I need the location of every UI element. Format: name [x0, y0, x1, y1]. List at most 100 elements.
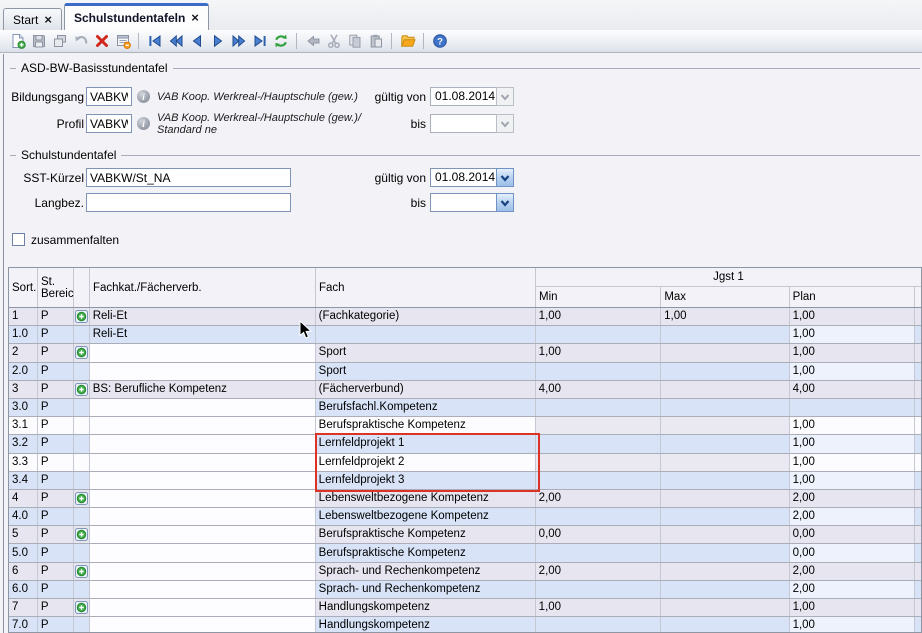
- cell-min[interactable]: 0,00: [536, 526, 661, 543]
- add-row-button[interactable]: [74, 308, 90, 325]
- cell-add-empty[interactable]: [74, 508, 90, 525]
- info-icon[interactable]: i: [137, 117, 150, 130]
- refresh-icon[interactable]: [271, 32, 290, 51]
- new-document-icon[interactable]: [8, 32, 27, 51]
- cell-min[interactable]: 2,00: [536, 563, 661, 580]
- cell-st-bereich[interactable]: P: [38, 308, 74, 325]
- cell-max[interactable]: [661, 326, 789, 343]
- cell-sort[interactable]: 3.1: [9, 417, 38, 434]
- table-row[interactable]: 7PHandlungskompetenz1,001,00: [9, 599, 921, 617]
- cell-max[interactable]: [661, 472, 789, 489]
- cell-sort[interactable]: 4.0: [9, 508, 38, 525]
- cell-fachkat[interactable]: Reli-Et: [90, 308, 316, 325]
- cell-fach[interactable]: Berufspraktische Kompetenz: [316, 526, 536, 543]
- cell-sort[interactable]: 7.0: [9, 617, 38, 633]
- table-row[interactable]: 1.0PReli-Et1,00: [9, 326, 921, 344]
- cell-fach[interactable]: Berufsfachl.Kompetenz: [316, 399, 536, 416]
- cell-fachkat[interactable]: [90, 508, 316, 525]
- cell-st-bereich[interactable]: P: [38, 526, 74, 543]
- cell-fach[interactable]: Lernfeldprojekt 2: [316, 454, 536, 471]
- cell-max[interactable]: [661, 563, 789, 580]
- cell-fach[interactable]: (Fächerverbund): [316, 381, 536, 398]
- cell-st-bereich[interactable]: P: [38, 381, 74, 398]
- cell-plan[interactable]: 1,00: [790, 454, 915, 471]
- cell-st-bereich[interactable]: P: [38, 490, 74, 507]
- chevron-down-icon[interactable]: [496, 114, 514, 133]
- bildungsgang-input[interactable]: [86, 87, 132, 106]
- cell-fachkat[interactable]: [90, 344, 316, 361]
- cell-st-bereich[interactable]: P: [38, 544, 74, 561]
- table-row[interactable]: 3.3PLernfeldprojekt 21,00: [9, 454, 921, 472]
- cell-st-bereich[interactable]: P: [38, 599, 74, 616]
- cell-st-bereich[interactable]: P: [38, 563, 74, 580]
- table-row[interactable]: 6PSprach- und Rechenkompetenz2,002,00: [9, 563, 921, 581]
- table-row[interactable]: 7.0PHandlungskompetenz1,00: [9, 617, 921, 633]
- cell-max[interactable]: [661, 508, 789, 525]
- cell-fachkat[interactable]: [90, 617, 316, 633]
- collapse-checkbox[interactable]: [12, 233, 25, 246]
- cell-fachkat[interactable]: [90, 526, 316, 543]
- add-row-button[interactable]: [74, 381, 90, 398]
- cell-min[interactable]: 4,00: [536, 381, 661, 398]
- cell-sort[interactable]: 5.0: [9, 544, 38, 561]
- cell-min[interactable]: [536, 544, 661, 561]
- cell-sort[interactable]: 5: [9, 526, 38, 543]
- header-st-bereich[interactable]: St.Bereich: [38, 268, 74, 307]
- cell-plan[interactable]: 1,00: [790, 363, 915, 380]
- cell-max[interactable]: [661, 599, 789, 616]
- cell-st-bereich[interactable]: P: [38, 617, 74, 633]
- table-row[interactable]: 3.2PLernfeldprojekt 11,00: [9, 435, 921, 453]
- info-icon[interactable]: i: [137, 90, 150, 103]
- header-plan[interactable]: Plan: [790, 287, 915, 307]
- cell-add-empty[interactable]: [74, 454, 90, 471]
- cell-plan[interactable]: 1,00: [790, 599, 915, 616]
- cell-plan[interactable]: 0,00: [790, 544, 915, 561]
- cell-min[interactable]: [536, 417, 661, 434]
- cell-add-empty[interactable]: [74, 544, 90, 561]
- add-row-button[interactable]: [74, 490, 90, 507]
- cell-st-bereich[interactable]: P: [38, 363, 74, 380]
- header-fachkat[interactable]: Fachkat./Fächerverb.: [90, 268, 316, 307]
- cell-min[interactable]: [536, 454, 661, 471]
- header-add-column[interactable]: [74, 268, 90, 307]
- cell-fach[interactable]: Lebensweltbezogene Kompetenz: [316, 490, 536, 507]
- cell-plan[interactable]: 2,00: [790, 508, 915, 525]
- paste-icon[interactable]: [366, 32, 385, 51]
- cell-min[interactable]: [536, 581, 661, 598]
- cell-sort[interactable]: 6: [9, 563, 38, 580]
- cell-fachkat[interactable]: [90, 472, 316, 489]
- cell-max[interactable]: [661, 363, 789, 380]
- header-min[interactable]: Min: [536, 287, 661, 307]
- sst-kuerzel-input[interactable]: [86, 168, 291, 187]
- help-icon[interactable]: ?: [430, 32, 449, 51]
- cell-max[interactable]: [661, 490, 789, 507]
- tab-schulstundentafeln[interactable]: Schulstundentafeln ×: [64, 3, 209, 30]
- cell-sort[interactable]: 3.0: [9, 399, 38, 416]
- add-row-button[interactable]: [74, 563, 90, 580]
- cell-st-bereich[interactable]: P: [38, 344, 74, 361]
- cell-min[interactable]: [536, 435, 661, 452]
- cell-sort[interactable]: 3.4: [9, 472, 38, 489]
- chevron-down-icon[interactable]: [496, 87, 514, 106]
- cell-plan[interactable]: 1,00: [790, 417, 915, 434]
- cell-plan[interactable]: 2,00: [790, 581, 915, 598]
- cell-max[interactable]: [661, 581, 789, 598]
- cell-min[interactable]: 1,00: [536, 308, 661, 325]
- cell-min[interactable]: [536, 508, 661, 525]
- cell-sort[interactable]: 6.0: [9, 581, 38, 598]
- cell-add-empty[interactable]: [74, 326, 90, 343]
- cell-max[interactable]: [661, 617, 789, 633]
- table-row[interactable]: 3PBS: Berufliche Kompetenz(Fächerverbund…: [9, 381, 921, 399]
- cell-plan[interactable]: 1,00: [790, 326, 915, 343]
- langbez-input[interactable]: [86, 193, 291, 212]
- cell-st-bereich[interactable]: P: [38, 472, 74, 489]
- cell-sort[interactable]: 1.0: [9, 326, 38, 343]
- cell-st-bereich[interactable]: P: [38, 435, 74, 452]
- table-row[interactable]: 5PBerufspraktische Kompetenz0,000,00: [9, 526, 921, 544]
- cell-max[interactable]: [661, 435, 789, 452]
- cell-add-empty[interactable]: [74, 435, 90, 452]
- back-arrow-icon[interactable]: [303, 32, 322, 51]
- sst-bis-combo[interactable]: [430, 193, 514, 212]
- table-row[interactable]: 1PReli-Et(Fachkategorie)1,001,001,00: [9, 308, 921, 326]
- cell-min[interactable]: [536, 326, 661, 343]
